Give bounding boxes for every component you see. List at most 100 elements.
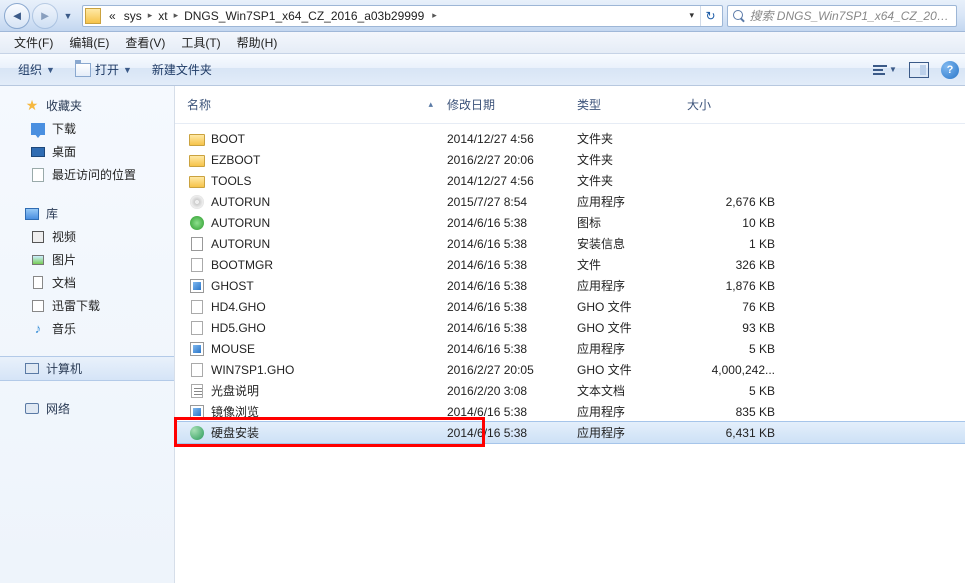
file-date: 2014/12/27 4:56 — [445, 132, 575, 146]
search-icon — [732, 9, 745, 23]
file-icon — [189, 278, 205, 294]
file-date: 2014/6/16 5:38 — [445, 426, 575, 440]
back-button[interactable]: ◄ — [4, 3, 30, 29]
file-date: 2016/2/20 3:08 — [445, 384, 575, 398]
file-row[interactable]: AUTORUN2014/6/16 5:38图标10 KB — [175, 212, 965, 233]
history-dropdown[interactable]: ▼ — [60, 3, 76, 29]
menu-bar: 文件(F) 编辑(E) 查看(V) 工具(T) 帮助(H) — [0, 32, 965, 54]
column-size[interactable]: 大小 — [685, 92, 785, 117]
file-type: 文件夹 — [575, 151, 685, 168]
file-type: GHO 文件 — [575, 298, 685, 315]
crumb-current[interactable]: DNGS_Win7SP1_x64_CZ_2016_a03b29999 — [180, 9, 428, 23]
file-type: 应用程序 — [575, 403, 685, 420]
sidebar-item-music[interactable]: ♪音乐 — [0, 317, 174, 340]
sidebar-network[interactable]: 网络 — [0, 397, 174, 420]
chevron-right-icon[interactable]: ▸ — [172, 10, 181, 21]
column-date[interactable]: 修改日期 — [445, 92, 575, 117]
file-date: 2014/6/16 5:38 — [445, 405, 575, 419]
file-icon — [189, 404, 205, 420]
file-name: AUTORUN — [211, 237, 270, 251]
file-date: 2015/7/27 8:54 — [445, 195, 575, 209]
file-size: 10 KB — [685, 216, 785, 230]
file-name: 光盘说明 — [211, 382, 259, 399]
organize-button[interactable]: 组织 ▼ — [8, 57, 65, 82]
file-date: 2014/6/16 5:38 — [445, 300, 575, 314]
new-folder-button[interactable]: 新建文件夹 — [142, 57, 222, 82]
sort-asc-icon: ▴ — [428, 99, 433, 110]
refresh-button[interactable]: ↻ — [700, 6, 720, 26]
file-row[interactable]: TOOLS2014/12/27 4:56文件夹 — [175, 170, 965, 191]
file-name: TOOLS — [211, 174, 251, 188]
network-icon — [25, 403, 39, 414]
file-name: HD5.GHO — [211, 321, 266, 335]
sidebar-item-xunlei[interactable]: 迅雷下载 — [0, 294, 174, 317]
file-icon — [189, 425, 205, 441]
sidebar-item-recent[interactable]: 最近访问的位置 — [0, 163, 174, 186]
sidebar-libraries[interactable]: 库 — [0, 202, 174, 225]
file-type: GHO 文件 — [575, 319, 685, 336]
menu-help[interactable]: 帮助(H) — [229, 32, 286, 53]
chevron-right-icon[interactable]: ▸ — [146, 10, 155, 21]
open-button[interactable]: 打开 ▼ — [65, 57, 142, 82]
column-name[interactable]: 名称▴ — [185, 92, 445, 117]
file-row[interactable]: 光盘说明2016/2/20 3:08文本文档5 KB — [175, 380, 965, 401]
file-row[interactable]: HD4.GHO 2014/6/16 5:38GHO 文件76 KB — [175, 296, 965, 317]
file-name: GHOST — [211, 279, 254, 293]
file-date: 2014/6/16 5:38 — [445, 342, 575, 356]
file-date: 2014/6/16 5:38 — [445, 321, 575, 335]
help-button[interactable]: ? — [941, 61, 959, 79]
file-date: 2016/2/27 20:06 — [445, 153, 575, 167]
address-bar[interactable]: « sys ▸ xt ▸ DNGS_Win7SP1_x64_CZ_2016_a0… — [82, 5, 723, 27]
menu-tools[interactable]: 工具(T) — [173, 32, 228, 53]
column-type[interactable]: 类型 — [575, 92, 685, 117]
file-row[interactable]: EZBOOT2016/2/27 20:06文件夹 — [175, 149, 965, 170]
sidebar-item-documents[interactable]: 文档 — [0, 271, 174, 294]
address-dropdown[interactable]: ▾ — [683, 10, 700, 21]
file-name: 硬盘安装 — [211, 424, 259, 441]
file-icon — [189, 362, 205, 378]
file-date: 2014/6/16 5:38 — [445, 279, 575, 293]
search-input[interactable]: 搜索 DNGS_Win7SP1_x64_CZ_2016... — [727, 5, 957, 27]
file-row[interactable]: 硬盘安装2014/6/16 5:38应用程序6,431 KB — [175, 422, 965, 443]
file-type: 文件夹 — [575, 130, 685, 147]
file-row[interactable]: HD5.GHO2014/6/16 5:38GHO 文件93 KB — [175, 317, 965, 338]
file-type: GHO 文件 — [575, 361, 685, 378]
preview-pane-button[interactable] — [907, 60, 931, 80]
sidebar-favorites[interactable]: ★ 收藏夹 — [0, 94, 174, 117]
chevron-down-icon: ▼ — [46, 65, 55, 75]
crumb-sys[interactable]: sys — [120, 9, 146, 23]
view-options-button[interactable]: ▼ — [873, 60, 897, 80]
sidebar-item-videos[interactable]: 视频 — [0, 225, 174, 248]
chevron-down-icon: ▼ — [889, 65, 897, 74]
file-row[interactable]: AUTORUN2015/7/27 8:54应用程序2,676 KB — [175, 191, 965, 212]
file-size: 76 KB — [685, 300, 785, 314]
file-row[interactable]: AUTORUN2014/6/16 5:38安装信息1 KB — [175, 233, 965, 254]
file-name: HD4.GHO — [211, 300, 266, 314]
crumb-xt[interactable]: xt — [154, 9, 171, 23]
chevron-down-icon: ▼ — [123, 65, 132, 75]
file-size: 4,000,242... — [685, 363, 785, 377]
sidebar-computer[interactable]: 计算机 — [0, 356, 174, 381]
file-date: 2014/6/16 5:38 — [445, 237, 575, 251]
file-type: 应用程序 — [575, 424, 685, 441]
menu-file[interactable]: 文件(F) — [6, 32, 61, 53]
file-name: WIN7SP1.GHO — [211, 363, 294, 377]
menu-view[interactable]: 查看(V) — [117, 32, 173, 53]
file-row[interactable]: WIN7SP1.GHO2016/2/27 20:05GHO 文件4,000,24… — [175, 359, 965, 380]
sidebar-item-desktop[interactable]: 桌面 — [0, 140, 174, 163]
file-type: 应用程序 — [575, 340, 685, 357]
file-row[interactable]: 镜像浏览2014/6/16 5:38应用程序835 KB — [175, 401, 965, 422]
crumb-overflow[interactable]: « — [105, 9, 120, 23]
menu-edit[interactable]: 编辑(E) — [61, 32, 117, 53]
file-row[interactable]: MOUSE2014/6/16 5:38应用程序5 KB — [175, 338, 965, 359]
file-row[interactable]: BOOT2014/12/27 4:56文件夹 — [175, 128, 965, 149]
file-row[interactable]: BOOTMGR2014/6/16 5:38文件326 KB — [175, 254, 965, 275]
library-icon — [25, 208, 39, 220]
sidebar-item-pictures[interactable]: 图片 — [0, 248, 174, 271]
chevron-right-icon[interactable]: ▸ — [428, 10, 443, 21]
sidebar-item-downloads[interactable]: 下载 — [0, 117, 174, 140]
file-row[interactable]: GHOST2014/6/16 5:38应用程序1,876 KB — [175, 275, 965, 296]
file-icon — [189, 257, 205, 273]
forward-button[interactable]: ► — [32, 3, 58, 29]
file-size: 5 KB — [685, 342, 785, 356]
